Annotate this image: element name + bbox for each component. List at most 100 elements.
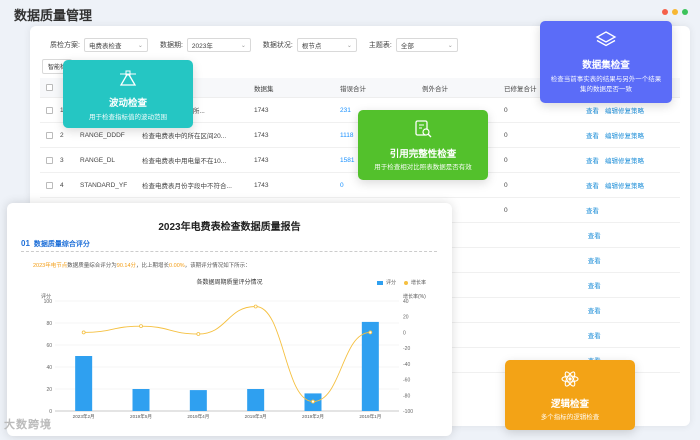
report-section: 01 数据质量综合评分 xyxy=(21,239,90,248)
row-checkbox[interactable] xyxy=(46,106,53,114)
line-point xyxy=(81,330,86,335)
edit-fix-strategy-link[interactable]: 编辑修复策略 xyxy=(605,158,644,165)
line-point xyxy=(196,332,201,336)
select-all-checkbox[interactable] xyxy=(46,84,53,91)
fluctuation-title: 波动检查 xyxy=(108,98,147,109)
y2-tick-label: -60 xyxy=(403,378,410,384)
rule-code: STANDARD_YF xyxy=(80,181,128,189)
app-window: 数据质量管理 质检方案: 电费表检查 ⌄ 数据期: 2023年 ⌄ 数据状况: 根节… xyxy=(0,0,700,440)
period-select[interactable]: 2023年 ⌄ xyxy=(186,38,251,52)
error-count[interactable]: 0 xyxy=(340,182,422,189)
chevron-down-icon: ⌄ xyxy=(346,42,352,49)
quality-report: 2023年电费表检查数据质量报告 01 数据质量综合评分 2023年电节点数据质… xyxy=(7,203,452,436)
atom-icon xyxy=(561,371,579,387)
dataset-check-card[interactable]: 数据集检查 检查当前事实表的结果与另外一个结果集的数据是否一致 xyxy=(540,21,672,103)
rule-description: 检查电费表中用电量不在10... xyxy=(142,158,227,165)
view-link[interactable]: 查看 xyxy=(588,333,601,340)
row-index: 4 xyxy=(60,181,64,189)
view-link[interactable]: 查看 xyxy=(588,258,601,265)
fixed-count: 0 xyxy=(504,181,508,189)
view-link[interactable]: 查看 xyxy=(586,183,599,190)
report-title: 2023年电费表检查数据质量报告 xyxy=(158,222,301,233)
view-link[interactable]: 查看 xyxy=(586,208,599,215)
x-tick-label: 2019年3月 xyxy=(245,413,267,420)
view-link[interactable]: 查看 xyxy=(588,283,601,290)
chart-legend: 评分 增长率 xyxy=(377,279,426,286)
scheme-select[interactable]: 电费表检查 ⌄ xyxy=(83,38,148,52)
y-tick-label: 40 xyxy=(46,365,52,371)
close-dot[interactable] xyxy=(662,9,668,15)
view-link[interactable]: 查看 xyxy=(588,233,601,240)
chevron-down-icon: ⌄ xyxy=(137,42,143,49)
fluctuation-check-card[interactable]: 波动检查 用于检查指标值的波动范围 xyxy=(63,60,193,128)
row-checkbox[interactable] xyxy=(46,156,53,164)
dataset-count: 1743 xyxy=(254,181,269,189)
report-summary: 2023年电节点数据质量综合评分为90.14分，比上期增长0.00%，该期评分情… xyxy=(33,263,251,269)
fixed-count: 0 xyxy=(504,156,508,164)
view-link[interactable]: 查看 xyxy=(588,308,601,315)
x-tick-label: 2019年2月 xyxy=(302,413,324,420)
dataset-count: 1743 xyxy=(254,156,269,164)
status-select[interactable]: 根节点 ⌄ xyxy=(296,38,357,52)
dataset-desc: 检查当前事实表的结果与另外一个结果集的数据是否一致 xyxy=(550,76,662,93)
watermark: 大数跨境 xyxy=(4,419,52,431)
filter-label-status: 数据状况: xyxy=(262,42,293,49)
row-checkbox[interactable] xyxy=(46,181,53,189)
dataset-title: 数据集检查 xyxy=(582,60,630,71)
logic-check-card[interactable]: 逻辑检查 多个指标的逻辑检查 xyxy=(505,360,635,430)
triangle-node-icon xyxy=(119,70,137,86)
y2-tick-label: -20 xyxy=(403,346,410,352)
y-tick-label: 0 xyxy=(49,409,52,415)
filter-label-period: 数据期: xyxy=(159,42,183,49)
fixed-count: 0 xyxy=(504,131,508,139)
edit-fix-strategy-link[interactable]: 编辑修复策略 xyxy=(605,183,644,190)
app-title: 数据质量管理 xyxy=(14,8,93,23)
bar xyxy=(247,389,265,411)
view-link[interactable]: 查看 xyxy=(586,158,599,165)
integrity-desc: 用于检查相对比照表数据是否有效 xyxy=(374,164,472,171)
x-tick-label: 2019年1月 xyxy=(359,413,381,420)
view-link[interactable]: 查看 xyxy=(586,108,599,115)
bar xyxy=(75,356,93,411)
legend-bar-swatch xyxy=(377,280,383,285)
line-point xyxy=(139,324,143,329)
y-tick-label: 20 xyxy=(46,387,52,393)
y2-tick-label: -100 xyxy=(403,409,413,415)
rule-description: 检查电费表月份字段中不符合... xyxy=(142,183,232,190)
col-errors: 错误合计 xyxy=(340,85,366,93)
y2-tick-label: 20 xyxy=(403,315,409,321)
integrity-title: 引用完整性检查 xyxy=(389,149,457,160)
integrity-check-card[interactable]: 引用完整性检查 用于检查相对比照表数据是否有效 xyxy=(358,110,488,180)
dataset-count: 1743 xyxy=(254,106,269,114)
fixed-count: 0 xyxy=(504,206,508,214)
col-exceptions: 例外合计 xyxy=(422,85,448,93)
growth-line xyxy=(83,306,371,403)
y-tick-label: 100 xyxy=(44,299,53,305)
minimize-dot[interactable] xyxy=(672,9,678,15)
edit-fix-strategy-link[interactable]: 编辑修复策略 xyxy=(605,108,644,115)
rule-code: RANGE_DL xyxy=(80,156,116,164)
table-select[interactable]: 全部 ⌄ xyxy=(395,38,458,52)
score-chart: 评分 增长率(%)020406080100-100-80-60-40-200204… xyxy=(41,293,426,420)
row-checkbox[interactable] xyxy=(46,131,53,139)
row-index: 3 xyxy=(60,156,64,164)
filter-label-table: 主题表: xyxy=(368,42,392,49)
legend-line-swatch xyxy=(404,280,409,285)
line-point xyxy=(311,399,315,404)
bar xyxy=(189,390,207,411)
window-controls xyxy=(662,9,688,15)
rule-description: 检查电费表中的所在区间20... xyxy=(142,133,227,140)
x-tick-label: 2023年2月 xyxy=(73,413,95,420)
maximize-dot[interactable] xyxy=(682,9,688,15)
edit-fix-strategy-link[interactable]: 编辑修复策略 xyxy=(605,133,644,140)
fluctuation-desc: 用于检查指标值的波动范围 xyxy=(89,114,167,121)
fixed-count: 0 xyxy=(504,106,508,114)
bar xyxy=(132,389,150,411)
view-link[interactable]: 查看 xyxy=(586,133,599,140)
bar xyxy=(361,321,379,411)
filter-bar: 质检方案: 电费表检查 ⌄ 数据期: 2023年 ⌄ 数据状况: 根节点 ⌄ 主题表:… xyxy=(50,38,470,52)
x-tick-label: 2019年5月 xyxy=(130,413,152,420)
logic-title: 逻辑检查 xyxy=(550,399,589,410)
chevron-down-icon: ⌄ xyxy=(447,42,453,49)
row-index: 2 xyxy=(60,131,64,139)
